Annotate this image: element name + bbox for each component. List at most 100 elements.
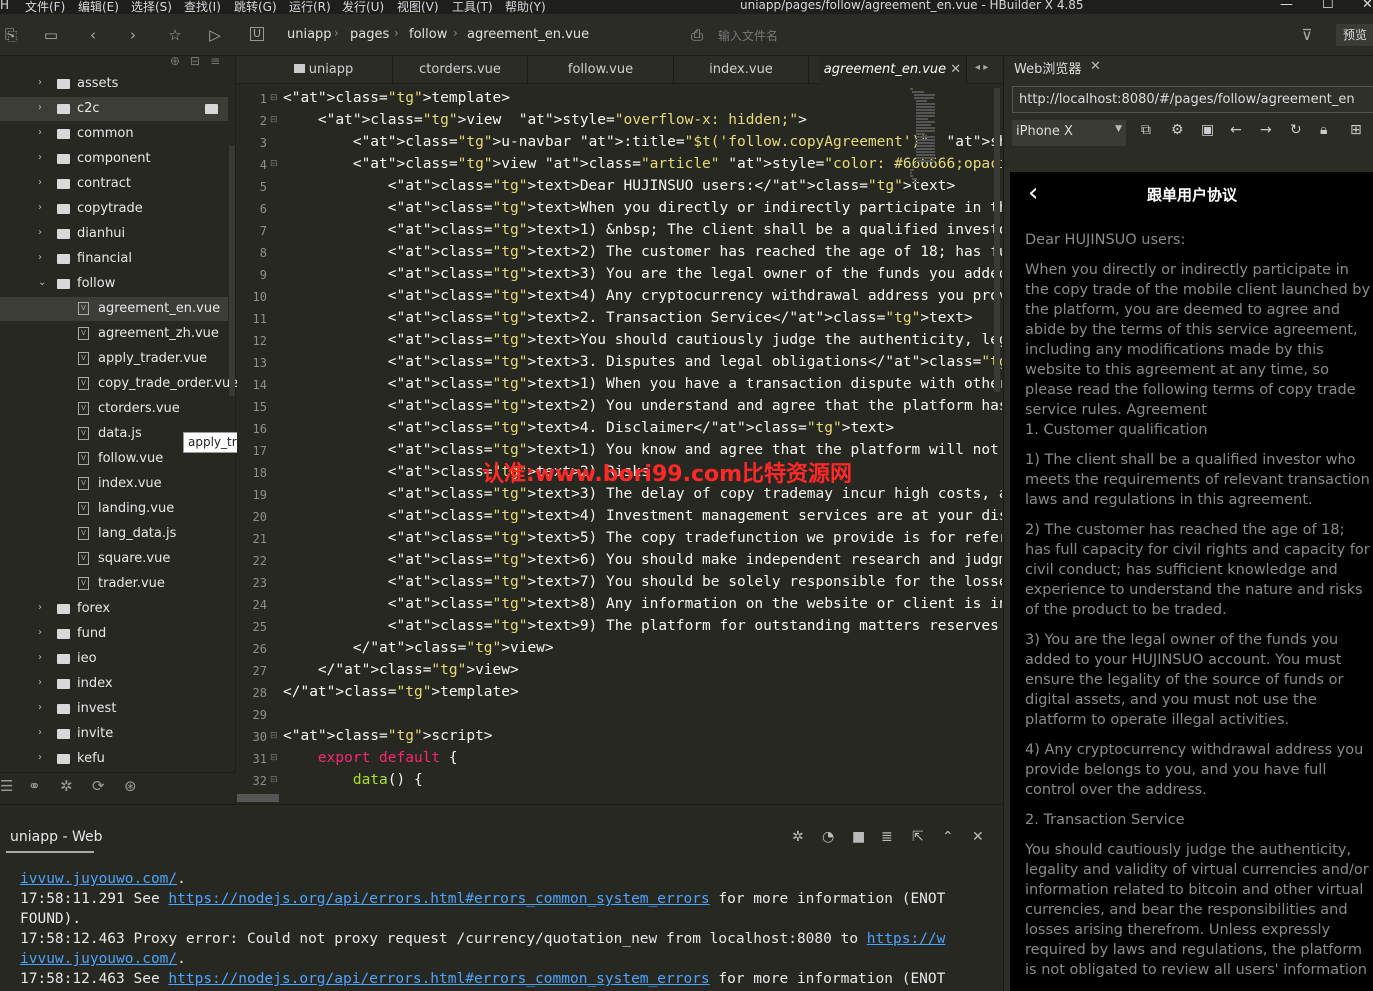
chevron-right-icon[interactable]: › (38, 602, 42, 613)
new-file-icon[interactable]: ⎘ (2, 26, 20, 44)
menu-find[interactable]: 查找(I) (184, 0, 221, 15)
breadcrumb-item[interactable]: agreement_en.vue (467, 27, 589, 42)
code-line[interactable]: <"at">class="tg">text>8) Any information… (283, 596, 1002, 612)
export-icon[interactable]: ⇱ (912, 829, 924, 845)
close-window-icon[interactable]: ✕ (1362, 0, 1373, 12)
console-tab[interactable]: uniapp - Web (10, 829, 102, 845)
binoculars-icon[interactable]: ⚭ (28, 777, 41, 795)
chevron-right-icon[interactable]: › (38, 627, 42, 638)
menu-goto[interactable]: 跳转(G) (234, 0, 277, 15)
plugin-icon[interactable]: ⊛ (124, 777, 137, 795)
tab-index[interactable]: index.vue (674, 56, 809, 84)
menu-publish[interactable]: 发行(U) (342, 0, 384, 15)
code-line[interactable]: <"at">class="tg">text>9) The platform fo… (283, 618, 1002, 634)
code-line[interactable]: <"at">class="tg">text>6) You should make… (283, 552, 1002, 568)
code-line[interactable]: data() { (283, 772, 423, 788)
chevron-right-icon[interactable]: › (38, 127, 42, 138)
fold-icon[interactable]: ⊟ (270, 93, 278, 103)
collapse-icon[interactable]: ⌃ (942, 829, 954, 845)
chevron-right-icon[interactable]: › (38, 702, 42, 713)
tree-folder[interactable]: › forex (0, 597, 228, 621)
tab-agreement-en[interactable]: agreement_en.vue ✕ (819, 56, 967, 84)
code-line[interactable]: <"at">class="tg">text>3) You are the leg… (283, 266, 1002, 282)
tree-folder[interactable]: › fund (0, 622, 228, 646)
chevron-right-icon[interactable]: › (38, 252, 42, 263)
save-icon[interactable]: ▭ (42, 26, 60, 44)
code-line[interactable]: <"at">class="tg">text>4. Disclaimer</"at… (283, 420, 894, 436)
forward-arrow-icon[interactable]: → (1260, 122, 1272, 138)
editor-hscrollbar[interactable] (237, 794, 279, 802)
code-line[interactable]: <"at">class="tg">view "at">class="articl… (283, 156, 1002, 172)
tree-file[interactable]: Vapply_trader.vue (0, 347, 228, 371)
tree-folder[interactable]: › assets (0, 72, 228, 96)
tree-folder[interactable]: ⌄ follow (0, 272, 228, 296)
settings-icon[interactable]: ⚙ (1171, 122, 1184, 138)
chevron-right-icon[interactable]: › (38, 727, 42, 738)
code-line[interactable]: <"at">class="tg">text>7) You should be s… (283, 574, 1002, 590)
tree-folder[interactable]: › component (0, 147, 228, 171)
fold-icon[interactable]: ⊟ (270, 115, 278, 125)
code-line[interactable]: <"at">class="tg">u-navbar "at">:title="$… (283, 134, 1002, 150)
code-line[interactable]: <"at">class="tg">script> (283, 728, 493, 744)
tree-folder[interactable]: › index (0, 672, 228, 696)
fold-icon[interactable]: ⊟ (270, 159, 278, 169)
code-line[interactable]: <"at">class="tg">text>3. Disputes and le… (283, 354, 1002, 370)
menu-run[interactable]: 运行(R) (289, 0, 331, 15)
close-icon[interactable]: ✕ (1090, 59, 1101, 74)
open-external-icon[interactable]: ⧉ (1141, 122, 1151, 138)
qrcode-icon[interactable]: ⊞ (1350, 122, 1362, 138)
code-line[interactable]: <"at">class="tg">text>2) The customer ha… (283, 244, 1002, 260)
menu-file[interactable]: 文件(F) (25, 0, 65, 15)
breadcrumb-item[interactable]: follow (409, 27, 447, 42)
tree-folder[interactable]: › ieo (0, 647, 228, 671)
editor-scrollbar[interactable] (994, 88, 1000, 392)
star-icon[interactable]: ☆ (166, 26, 184, 44)
chevron-right-icon[interactable]: › (38, 677, 42, 688)
tab-scroll-icon[interactable]: ◂ ▸ (975, 62, 988, 73)
code-line[interactable]: <"at">class="tg">text>3) The delay of co… (283, 486, 1002, 502)
menu-edit[interactable]: 编辑(E) (78, 0, 119, 15)
code-line[interactable]: export default { (283, 750, 458, 766)
lock-icon[interactable]: 🔒︎ (1320, 122, 1327, 138)
list-icon[interactable]: ☰ (0, 777, 13, 795)
back-arrow-icon[interactable]: ← (1230, 122, 1242, 138)
chevron-right-icon[interactable]: › (38, 152, 42, 163)
tree-folder[interactable]: › c2c (0, 97, 228, 121)
chevron-down-icon[interactable]: ⌄ (38, 277, 46, 288)
code-line[interactable]: <"at">class="tg">view "at">style="overfl… (283, 112, 807, 128)
code-line[interactable]: <"at">class="tg">text>1) &nbsp; The clie… (283, 222, 1002, 238)
file-search-input[interactable]: 输入文件名 (718, 27, 778, 44)
git-icon[interactable]: ⟳ (92, 777, 105, 795)
code-line[interactable]: <"at">class="tg">template> (283, 90, 510, 106)
chevron-right-icon[interactable]: › (38, 77, 42, 88)
fold-icon[interactable]: ⊟ (270, 753, 278, 763)
tree-folder[interactable]: › financial (0, 247, 228, 271)
tree-file[interactable]: Vagreement_en.vue (0, 297, 228, 321)
refresh-icon[interactable]: ↻ (1290, 122, 1302, 138)
chevron-right-icon[interactable]: › (38, 202, 42, 213)
device-select[interactable]: iPhone X ▼ (1012, 120, 1126, 146)
menu-select[interactable]: 选择(S) (131, 0, 172, 15)
tab-follow[interactable]: follow.vue (528, 56, 674, 84)
code-line[interactable]: <"at">class="tg">text>5) The copy tradef… (283, 530, 1002, 546)
code-line[interactable]: <"at">class="tg">text>1) When you have a… (283, 376, 1002, 392)
tree-folder[interactable]: › common (0, 122, 228, 146)
code-line[interactable]: <"at">class="tg">text>4) Investment mana… (283, 508, 1002, 524)
fold-icon[interactable]: ⊟ (270, 775, 278, 785)
open-folder-icon[interactable] (205, 104, 218, 114)
forward-icon[interactable]: › (124, 26, 142, 44)
tree-file[interactable]: Vtrader.vue (0, 572, 228, 596)
tree-file[interactable]: Vlang_data.js (0, 522, 228, 546)
sidebar-scrollbar[interactable] (229, 146, 235, 396)
tree-file[interactable]: Vlanding.vue (0, 497, 228, 521)
tree-file[interactable]: Vagreement_zh.vue (0, 322, 228, 346)
tree-folder[interactable]: › invite (0, 722, 228, 746)
minimize-icon[interactable]: — (1280, 0, 1293, 12)
chevron-right-icon[interactable]: › (38, 177, 42, 188)
menu-tools[interactable]: 工具(T) (452, 0, 493, 15)
maximize-icon[interactable]: ☐ (1322, 0, 1334, 12)
code-line[interactable]: <"at">class="tg">text>2. Transaction Ser… (283, 310, 973, 326)
back-icon[interactable]: ‹ (84, 26, 102, 44)
close-tab-icon[interactable]: ✕ (950, 62, 961, 77)
tree-file[interactable]: Vindex.vue (0, 472, 228, 496)
